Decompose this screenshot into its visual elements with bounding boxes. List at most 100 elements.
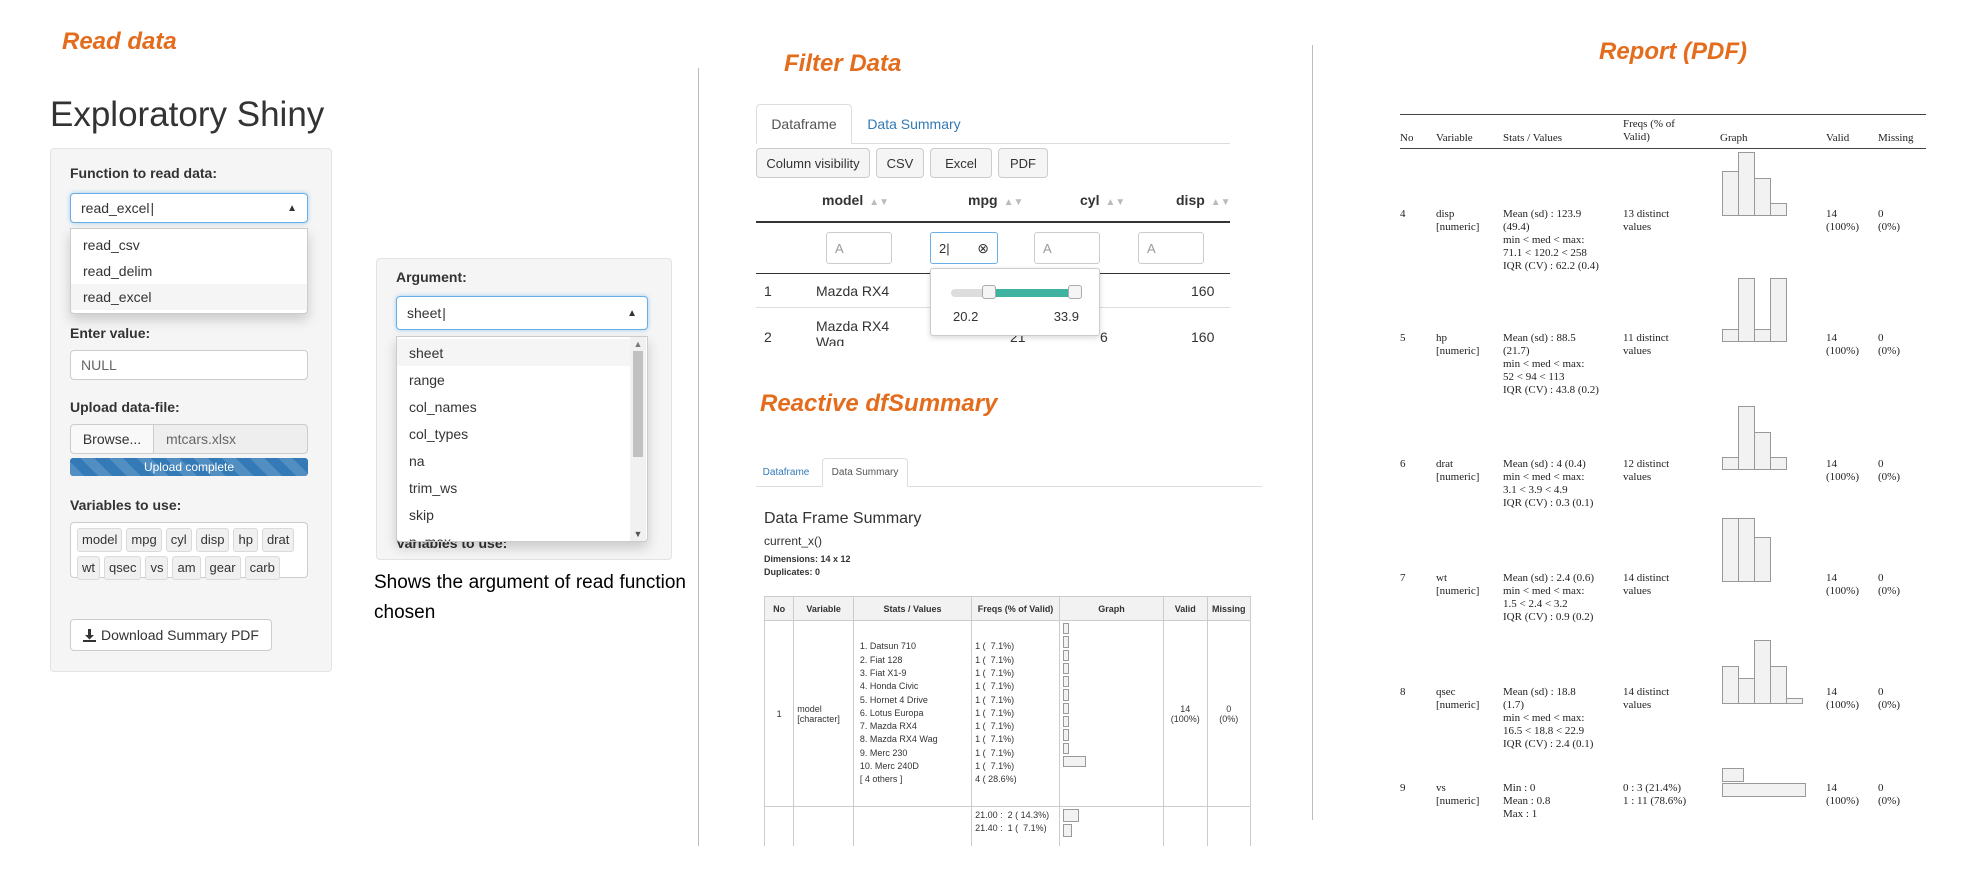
row-2-model: Mazda RX4 Wag	[816, 318, 890, 346]
function-option-read-excel[interactable]: read_excel	[71, 284, 307, 310]
clear-icon[interactable]: ⊗	[977, 240, 989, 257]
variable-chip[interactable]: cyl	[165, 528, 192, 552]
freq-bar	[1063, 662, 1069, 675]
scroll-up-icon[interactable]: ▲	[630, 337, 646, 351]
histogram-bar	[1722, 518, 1739, 582]
tab-dataframe[interactable]: Dataframe	[756, 104, 852, 144]
tab-data-summary[interactable]: Data Summary	[858, 104, 970, 144]
variable-chip[interactable]: carb	[244, 556, 280, 580]
filter-input-disp[interactable]: A	[1138, 232, 1204, 264]
histogram-bar	[1754, 537, 1771, 582]
variable-chip[interactable]: drat	[261, 528, 295, 552]
variable-chip[interactable]: hp	[233, 528, 258, 552]
function-select[interactable]: read_excel | ▲	[70, 193, 308, 223]
slider-handle-low[interactable]	[982, 285, 997, 299]
filter-input-model[interactable]: A	[826, 232, 892, 264]
report-header-no: No	[1400, 132, 1414, 144]
argument-label: Argument:	[396, 269, 467, 285]
report-row-no: 7	[1400, 572, 1406, 584]
variable-chip[interactable]: wt	[77, 556, 100, 580]
row-2-cyl: 6	[1100, 329, 1108, 345]
function-label: Function to read data:	[70, 165, 217, 181]
tab-data-summary-2[interactable]: Data Summary	[822, 458, 908, 487]
histogram-bar	[1754, 178, 1771, 216]
upload-status: Upload complete	[143, 460, 235, 474]
section-title-report: Report (PDF)	[1599, 38, 1747, 65]
csv-button[interactable]: CSV	[876, 148, 924, 178]
column-visibility-button[interactable]: Column visibility	[756, 148, 870, 178]
column-header-model[interactable]: model ▲▼	[822, 192, 889, 208]
row-missing: 0 (0%)	[1206, 620, 1251, 807]
excel-button[interactable]: Excel	[930, 148, 992, 178]
row-graph	[1058, 620, 1165, 807]
upload-label: Upload data-file:	[70, 399, 180, 415]
histogram-bar	[1754, 329, 1771, 342]
variable-chip[interactable]: am	[172, 556, 201, 580]
summary-df-name: current_x()	[764, 534, 823, 548]
header-no: No	[764, 596, 795, 621]
report-row-valid: 14 (100%)	[1826, 208, 1859, 233]
report-row-valid: 14 (100%)	[1826, 332, 1859, 357]
function-select-value: read_excel	[81, 200, 150, 216]
filter-input-cyl[interactable]: A	[1034, 232, 1100, 264]
report-row-missing: 0 (0%)	[1878, 572, 1900, 597]
slider-range	[989, 289, 1076, 297]
header-valid: Valid	[1163, 596, 1208, 621]
scroll-down-icon[interactable]: ▼	[630, 527, 646, 541]
column-header-disp[interactable]: disp ▲▼	[1176, 192, 1231, 208]
argument-option-col-types[interactable]: col_types	[397, 420, 647, 447]
header-stats: Stats / Values	[852, 596, 973, 621]
variable-chip[interactable]: gear	[204, 556, 241, 580]
variable-chip[interactable]: vs	[145, 556, 169, 580]
table-row: 1 model [character] 1. Datsun 710 2. Fia…	[764, 620, 1251, 807]
row-2-no: 2	[764, 329, 772, 345]
header-graph: Graph	[1058, 596, 1165, 621]
scroll-thumb[interactable]	[633, 351, 643, 457]
variable-chip[interactable]: model	[77, 528, 123, 552]
variable-chip[interactable]: disp	[195, 528, 230, 552]
summary-dimensions: Dimensions: 14 x 12	[764, 554, 851, 564]
download-summary-button[interactable]: Download Summary PDF	[70, 619, 272, 651]
column-header-cyl[interactable]: cyl ▲▼	[1080, 192, 1125, 208]
argument-option-sheet[interactable]: sheet	[397, 339, 635, 366]
report-row-variable: vs [numeric]	[1436, 782, 1480, 807]
dropdown-scrollbar[interactable]: ▲ ▼	[630, 337, 646, 541]
argument-option-skip[interactable]: skip	[397, 501, 647, 528]
argument-option-col-names[interactable]: col_names	[397, 393, 647, 420]
pdf-button[interactable]: PDF	[998, 148, 1048, 178]
variable-chip[interactable]: mpg	[126, 528, 162, 552]
report-row-missing: 0 (0%)	[1878, 208, 1900, 233]
report-top-rule	[1400, 114, 1926, 115]
slider-track[interactable]	[951, 285, 1083, 299]
argument-option-na[interactable]: na	[397, 447, 647, 474]
function-option-read-delim[interactable]: read_delim	[71, 258, 307, 284]
argument-option-range[interactable]: range	[397, 366, 647, 393]
argument-option-trim-ws[interactable]: trim_ws	[397, 474, 647, 501]
divider-1	[698, 68, 699, 846]
report-row-no: 4	[1400, 208, 1406, 220]
report-header-freqs: Freqs (% of Valid)	[1623, 118, 1675, 143]
browse-button[interactable]: Browse...	[70, 424, 154, 454]
function-option-read-csv[interactable]: read_csv	[71, 232, 307, 258]
column-label: cyl	[1080, 192, 1100, 208]
slider-max-label: 33.9	[1053, 309, 1079, 324]
report-row-variable: wt [numeric]	[1436, 572, 1480, 597]
argument-select[interactable]: sheet | ▲	[396, 296, 648, 330]
row-1-disp: 160	[1191, 283, 1215, 299]
row-no: 1	[764, 620, 795, 807]
argument-select-value: sheet	[407, 305, 442, 321]
variables-select[interactable]: model mpg cyl disp hp drat wt qsec vs am gear carb	[70, 522, 308, 580]
histogram-bar	[1738, 678, 1755, 704]
report-row-variable: qsec [numeric]	[1436, 686, 1480, 711]
filter-input-mpg[interactable]: 2 | ⊗	[930, 232, 998, 264]
variable-chip[interactable]: qsec	[104, 556, 142, 580]
mpg-filter-value: 2	[939, 240, 947, 256]
tab-dataframe-2[interactable]: Dataframe	[756, 458, 816, 486]
variables-label: Variables to use:	[70, 497, 182, 513]
slider-handle-high[interactable]	[1068, 285, 1083, 299]
column-header-mpg[interactable]: mpg ▲▼	[968, 192, 1023, 208]
table-row: 21.00 : 2 ( 14.3%) 21.40 : 1 ( 7.1%)	[764, 806, 1251, 846]
column-label: model	[822, 192, 864, 208]
enter-value-input[interactable]: NULL	[70, 350, 308, 380]
argument-option-n-max[interactable]: n_max	[397, 528, 647, 542]
